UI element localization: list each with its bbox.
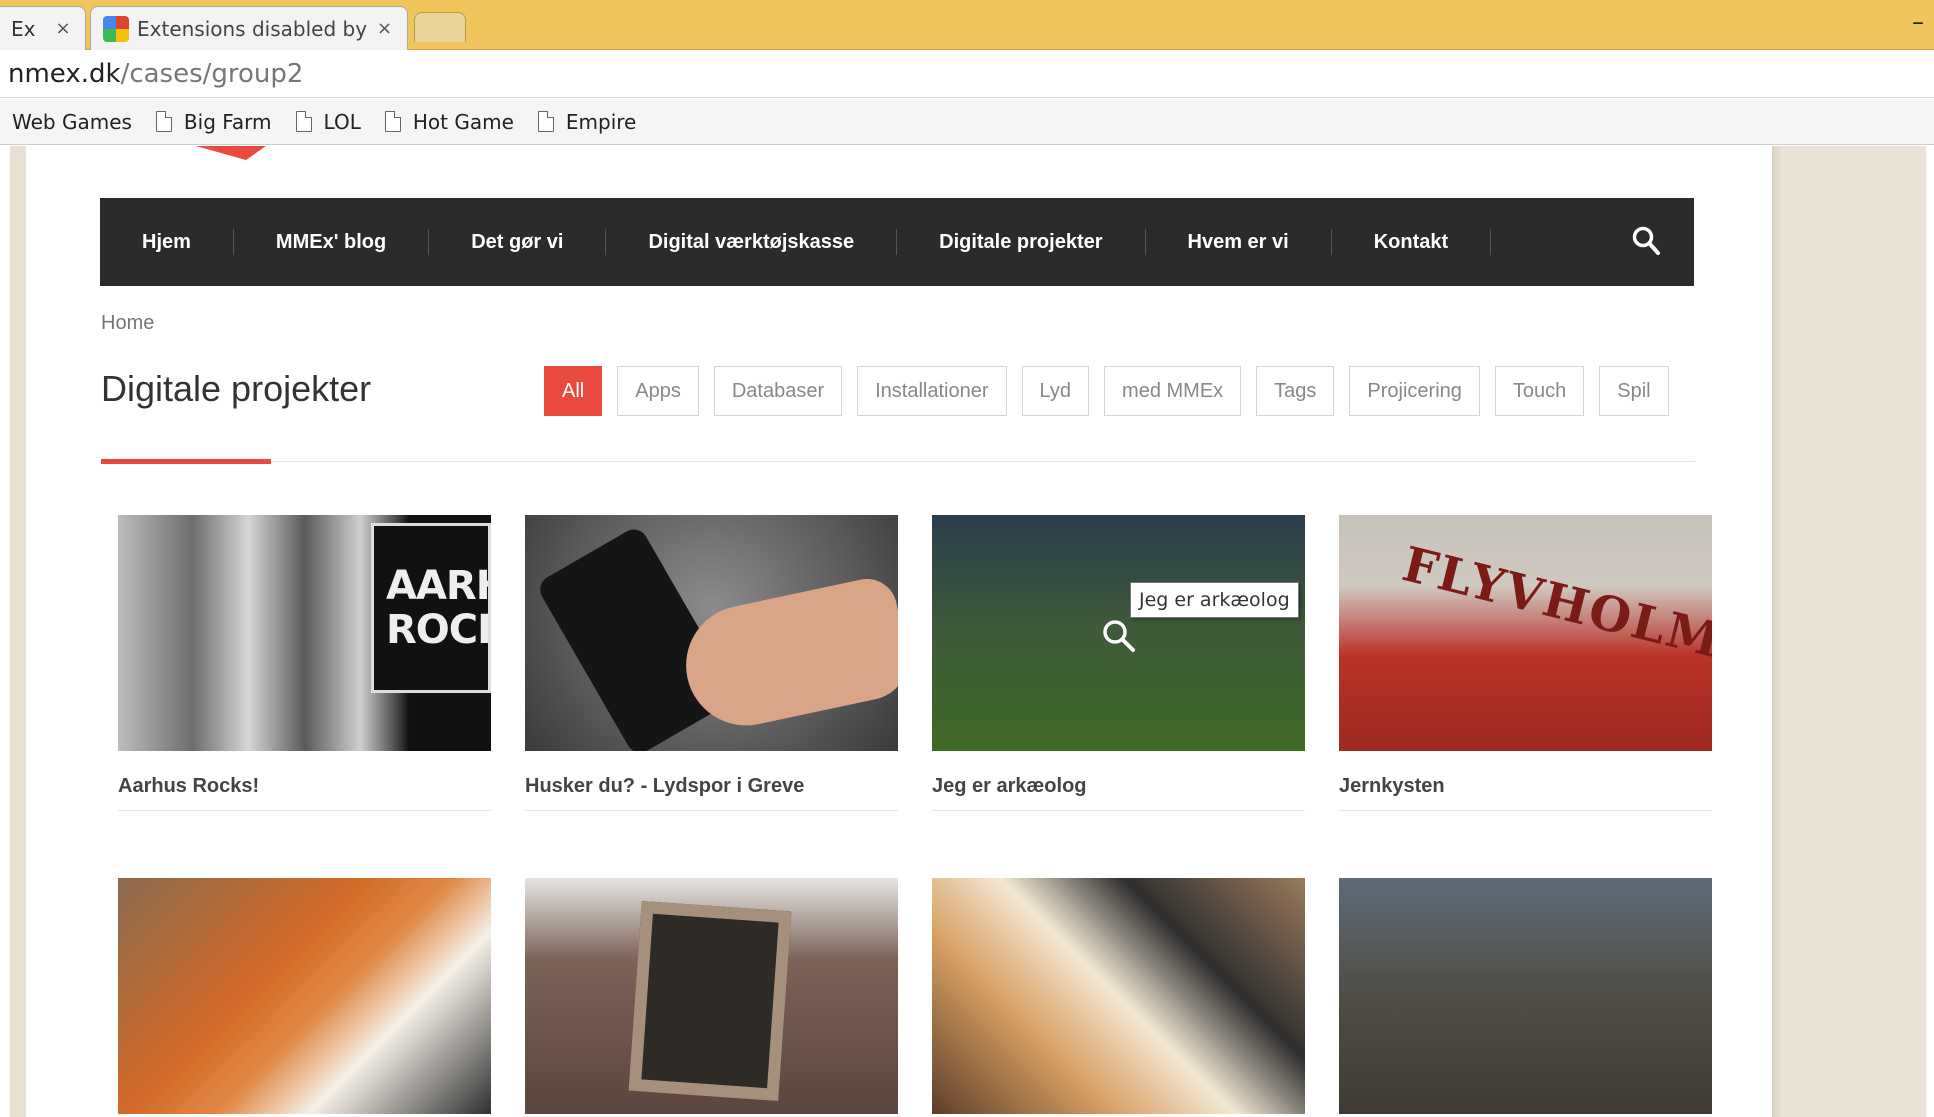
project-title[interactable]: Jeg er arkæolog xyxy=(932,775,1305,811)
address-bar[interactable]: nmex.dk/cases/group2 xyxy=(0,50,1934,98)
filter-tags[interactable]: Tags xyxy=(1256,366,1335,416)
bookmarks-bar: Web Games Big Farm LOL Hot Game Empire xyxy=(0,99,1934,145)
close-icon[interactable]: × xyxy=(377,18,392,39)
bookmark-label: Big Farm xyxy=(183,109,272,134)
magnifier-icon xyxy=(1103,620,1135,652)
filter-lyd[interactable]: Lyd xyxy=(1021,366,1090,416)
project-title[interactable]: Jernkysten xyxy=(1339,775,1712,811)
content-area: Hjem MMEx' blog Det gør vi Digital værkt… xyxy=(26,146,1772,1117)
nav-item-det-goer-vi[interactable]: Det gør vi xyxy=(429,229,607,255)
bookmark-label: LOL xyxy=(323,109,361,134)
nav-item-digitale-projekter[interactable]: Digitale projekter xyxy=(897,229,1146,255)
section-divider-accent xyxy=(101,459,271,464)
project-thumbnail[interactable]: AARHU ROCKS xyxy=(118,515,491,751)
project-thumbnail[interactable] xyxy=(525,515,898,751)
project-card[interactable]: Husker du? - Lydspor i Greve xyxy=(525,515,898,811)
bookmark-label: Web Games xyxy=(12,109,132,134)
project-card[interactable] xyxy=(1339,878,1712,1114)
project-thumbnail-hovered[interactable] xyxy=(932,515,1305,751)
project-card[interactable] xyxy=(525,878,898,1114)
bookmark-big-farm[interactable]: Big Farm xyxy=(155,109,272,134)
page-icon xyxy=(537,111,554,132)
project-card[interactable] xyxy=(932,878,1305,1114)
filter-med-mmex[interactable]: med MMEx xyxy=(1104,366,1242,416)
bookmark-empire[interactable]: Empire xyxy=(537,109,637,134)
filter-apps[interactable]: Apps xyxy=(617,366,699,416)
project-thumbnail[interactable] xyxy=(118,878,491,1114)
nav-item-vaerktoejskasse[interactable]: Digital værktøjskasse xyxy=(606,229,898,255)
bookmark-label: Empire xyxy=(565,109,637,134)
search-icon[interactable] xyxy=(1632,226,1660,256)
project-thumbnail[interactable] xyxy=(525,878,898,1114)
content-shadow xyxy=(1772,146,1782,1117)
filter-databaser[interactable]: Databaser xyxy=(713,366,843,416)
page-icon xyxy=(384,111,401,132)
chrome-extension-icon xyxy=(103,15,129,42)
project-thumbnail[interactable]: FLYVHOLM xyxy=(1339,515,1712,751)
browser-tab-active[interactable]: Extensions disabled by Ch × xyxy=(90,6,408,50)
web-page: Hjem MMEx' blog Det gør vi Digital værkt… xyxy=(0,146,1934,1117)
page-edge xyxy=(0,146,10,1117)
new-tab-button[interactable] xyxy=(414,12,466,42)
filter-all[interactable]: All xyxy=(544,366,603,416)
nav-item-kontakt[interactable]: Kontakt xyxy=(1332,229,1492,255)
tooltip: Jeg er arkæolog xyxy=(1130,582,1299,618)
close-icon[interactable]: × xyxy=(55,18,70,39)
url-path: /cases/group2 xyxy=(120,59,304,89)
browser-tab-bar: Ex × Extensions disabled by Ch × – xyxy=(0,0,1934,50)
logo-fragment[interactable] xyxy=(196,146,266,160)
nav-item-blog[interactable]: MMEx' blog xyxy=(234,229,430,255)
bookmark-hot-game[interactable]: Hot Game xyxy=(384,109,514,134)
bookmark-label: Hot Game xyxy=(412,109,514,134)
tab-title: Ex xyxy=(11,16,36,41)
tablet-frame-image xyxy=(628,900,792,1102)
project-title[interactable]: Husker du? - Lydspor i Greve xyxy=(525,775,898,811)
project-card[interactable]: FLYVHOLM Jernkysten xyxy=(1339,515,1712,811)
hand-image xyxy=(674,573,898,737)
section-divider xyxy=(101,461,1695,462)
project-thumbnail[interactable] xyxy=(932,878,1305,1114)
filter-bar: All Apps Databaser Installationer Lyd me… xyxy=(544,366,1684,416)
project-card[interactable] xyxy=(118,878,491,1114)
nav-item-hvem-er-vi[interactable]: Hvem er vi xyxy=(1146,229,1332,255)
page-title: Digitale projekter xyxy=(101,368,372,409)
poster-line: ROCKS xyxy=(386,607,488,653)
page-background-band xyxy=(10,146,26,1117)
nav-item-hjem[interactable]: Hjem xyxy=(100,229,234,255)
filter-installationer[interactable]: Installationer xyxy=(857,366,1007,416)
poster-line: AARHU xyxy=(386,563,488,609)
filter-projicering[interactable]: Projicering xyxy=(1349,366,1480,416)
ship-name-text: FLYVHOLM xyxy=(1397,536,1712,670)
url-host: nmex.dk xyxy=(8,59,121,89)
aarhus-rocks-poster: AARHU ROCKS xyxy=(371,523,491,693)
main-navigation: Hjem MMEx' blog Det gør vi Digital værkt… xyxy=(100,198,1694,286)
minimize-window-button[interactable]: – xyxy=(1912,8,1924,36)
browser-tab[interactable]: Ex × xyxy=(0,6,86,50)
project-thumbnail[interactable] xyxy=(1339,878,1712,1114)
page-icon xyxy=(155,111,172,132)
project-card[interactable]: AARHU ROCKS Aarhus Rocks! xyxy=(118,515,491,811)
project-title[interactable]: Aarhus Rocks! xyxy=(118,775,491,811)
filter-touch[interactable]: Touch xyxy=(1494,366,1585,416)
project-card[interactable]: Jeg er arkæolog xyxy=(932,515,1305,811)
page-edge xyxy=(1926,146,1934,1117)
bookmark-web-games[interactable]: Web Games xyxy=(12,110,132,134)
filter-spil[interactable]: Spil xyxy=(1599,366,1669,416)
tab-title: Extensions disabled by Ch xyxy=(137,16,369,41)
breadcrumb[interactable]: Home xyxy=(101,312,154,335)
page-icon xyxy=(295,111,312,132)
bookmark-lol[interactable]: LOL xyxy=(295,109,361,134)
